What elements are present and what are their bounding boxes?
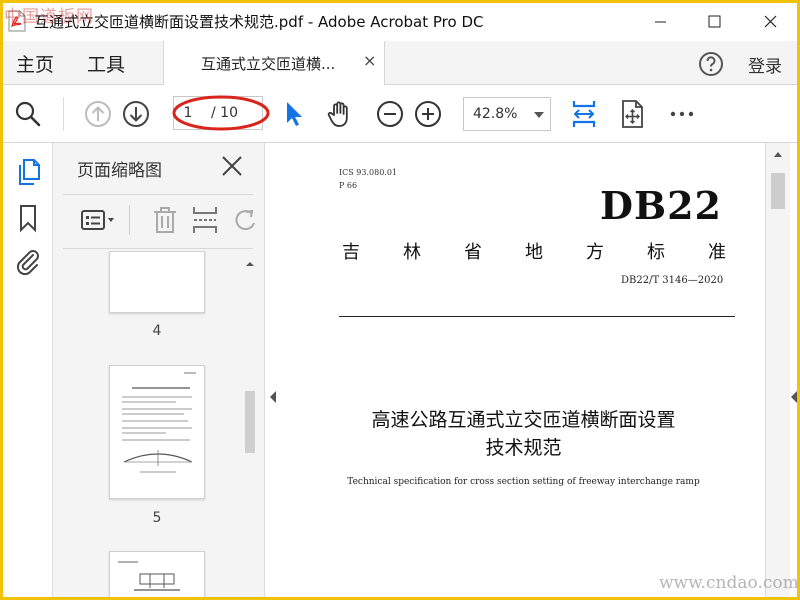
standard-type-char: 林 — [403, 242, 421, 263]
header-rule — [339, 316, 735, 317]
tab-close-button[interactable]: × — [363, 51, 376, 70]
tab-document[interactable]: 互通式立交匝道横... × — [163, 41, 385, 85]
left-nav-rail — [3, 143, 53, 597]
page-total: / 10 — [211, 105, 238, 121]
ccs-code: P 66 — [339, 181, 358, 190]
page-thumbnail-label: 4 — [152, 323, 162, 339]
document-view[interactable]: ICS 93.080.01 P 66 DB22 吉 林 省 地 方 标 准 DB… — [282, 143, 765, 597]
page-thumbnail-4[interactable] — [109, 251, 205, 313]
document-subtitle: Technical specification for cross sectio… — [347, 477, 700, 487]
close-icon — [764, 15, 777, 28]
full-screen-icon[interactable] — [617, 99, 647, 129]
panel-divider — [63, 248, 253, 249]
chevron-down-icon — [534, 112, 544, 118]
toolbar-separator — [63, 97, 64, 131]
page-number-box: / 10 — [173, 96, 263, 130]
standard-type-char: 标 — [647, 242, 665, 263]
title-bar: 互通式立交匝道横断面设置技术规范.pdf - Adobe Acrobat Pro… — [3, 3, 797, 41]
ics-code: ICS 93.080.01 — [339, 168, 398, 177]
thumbnails-scrollbar[interactable] — [242, 255, 258, 597]
help-icon[interactable] — [697, 50, 725, 78]
document-title-line-2: 技术规范 — [485, 437, 562, 459]
tab-document-label: 互通式立交匝道横... — [201, 55, 336, 73]
delete-page-icon[interactable] — [149, 205, 181, 235]
zoom-out-icon[interactable] — [375, 99, 405, 129]
scrollbar-thumb[interactable] — [771, 173, 785, 209]
zoom-level-select[interactable]: 42.8% — [463, 97, 551, 131]
zoom-level-value: 42.8% — [473, 106, 518, 122]
zoom-in-icon[interactable] — [413, 99, 443, 129]
thumbnails-panel: 页面缩略图 4 5 — [53, 143, 265, 597]
bookmark-icon[interactable] — [13, 203, 43, 233]
maximize-icon — [708, 15, 721, 28]
page-number-input[interactable] — [174, 97, 202, 129]
close-panel-icon[interactable] — [219, 153, 245, 179]
document-title-line-1: 高速公路互通式立交匝道横断面设置 — [371, 409, 676, 431]
scrollbar-thumb[interactable] — [245, 391, 255, 453]
attachment-icon[interactable] — [13, 247, 43, 277]
standard-type: 吉 林 省 地 方 标 准 — [342, 238, 726, 264]
scroll-up-icon[interactable] — [766, 147, 790, 161]
hand-tool-icon[interactable] — [325, 99, 355, 129]
thumbnail-page-content — [122, 372, 196, 473]
page-thumbnails-icon[interactable] — [13, 157, 43, 187]
next-page-icon[interactable] — [121, 99, 151, 129]
insert-page-icon[interactable] — [189, 205, 221, 235]
search-icon[interactable] — [13, 99, 43, 129]
select-cursor-icon[interactable] — [279, 99, 309, 129]
scroll-up-icon[interactable] — [242, 257, 258, 271]
page-thumbnail-5[interactable] — [109, 365, 205, 499]
panel-tool-separator — [129, 205, 130, 235]
standard-type-char: 省 — [464, 242, 482, 263]
acrobat-window: 互通式立交匝道横断面设置技术规范.pdf - Adobe Acrobat Pro… — [3, 3, 797, 597]
expand-right-panel-icon[interactable] — [790, 387, 797, 407]
tab-bar: 主页 工具 互通式立交匝道横... × 登录 — [3, 41, 797, 85]
maximize-button[interactable] — [691, 3, 737, 41]
previous-page-icon[interactable] — [83, 99, 113, 129]
standard-type-char: 地 — [525, 242, 543, 263]
thumbnail-page-content — [118, 561, 180, 591]
standard-code: DB22 — [600, 183, 722, 228]
page-thumbnail-6[interactable] — [109, 551, 205, 597]
fit-width-icon[interactable] — [569, 99, 599, 129]
logo-watermark: 中国道板网 — [4, 7, 94, 27]
nav-home[interactable]: 主页 — [16, 50, 54, 77]
login-link[interactable]: 登录 — [748, 52, 782, 77]
nav-tools[interactable]: 工具 — [87, 50, 125, 77]
minimize-icon — [655, 21, 666, 23]
panel-title: 页面缩略图 — [77, 161, 162, 181]
thumbnail-options-icon[interactable] — [79, 205, 119, 235]
thumbnails-list: 4 5 — [53, 251, 239, 597]
standard-type-char: 准 — [708, 242, 726, 263]
collapse-panel-icon[interactable] — [268, 387, 278, 407]
site-watermark: www.cndao.com — [659, 573, 797, 593]
page-thumbnail-label: 5 — [152, 510, 162, 526]
document-scrollbar[interactable] — [765, 143, 790, 597]
panel-divider — [63, 194, 253, 195]
toolbar: / 10 42.8% — [3, 85, 797, 143]
standard-type-char: 吉 — [342, 242, 360, 263]
document-page: ICS 93.080.01 P 66 DB22 吉 林 省 地 方 标 准 DB… — [282, 143, 765, 597]
close-window-button[interactable] — [747, 3, 793, 41]
minimize-button[interactable] — [637, 3, 683, 41]
standard-number: DB22/T 3146—2020 — [621, 275, 724, 286]
rotate-page-icon[interactable] — [229, 205, 261, 235]
window-title: 互通式立交匝道横断面设置技术规范.pdf - Adobe Acrobat Pro… — [34, 13, 484, 31]
more-options-icon[interactable] — [667, 99, 697, 129]
standard-type-char: 方 — [586, 242, 604, 263]
